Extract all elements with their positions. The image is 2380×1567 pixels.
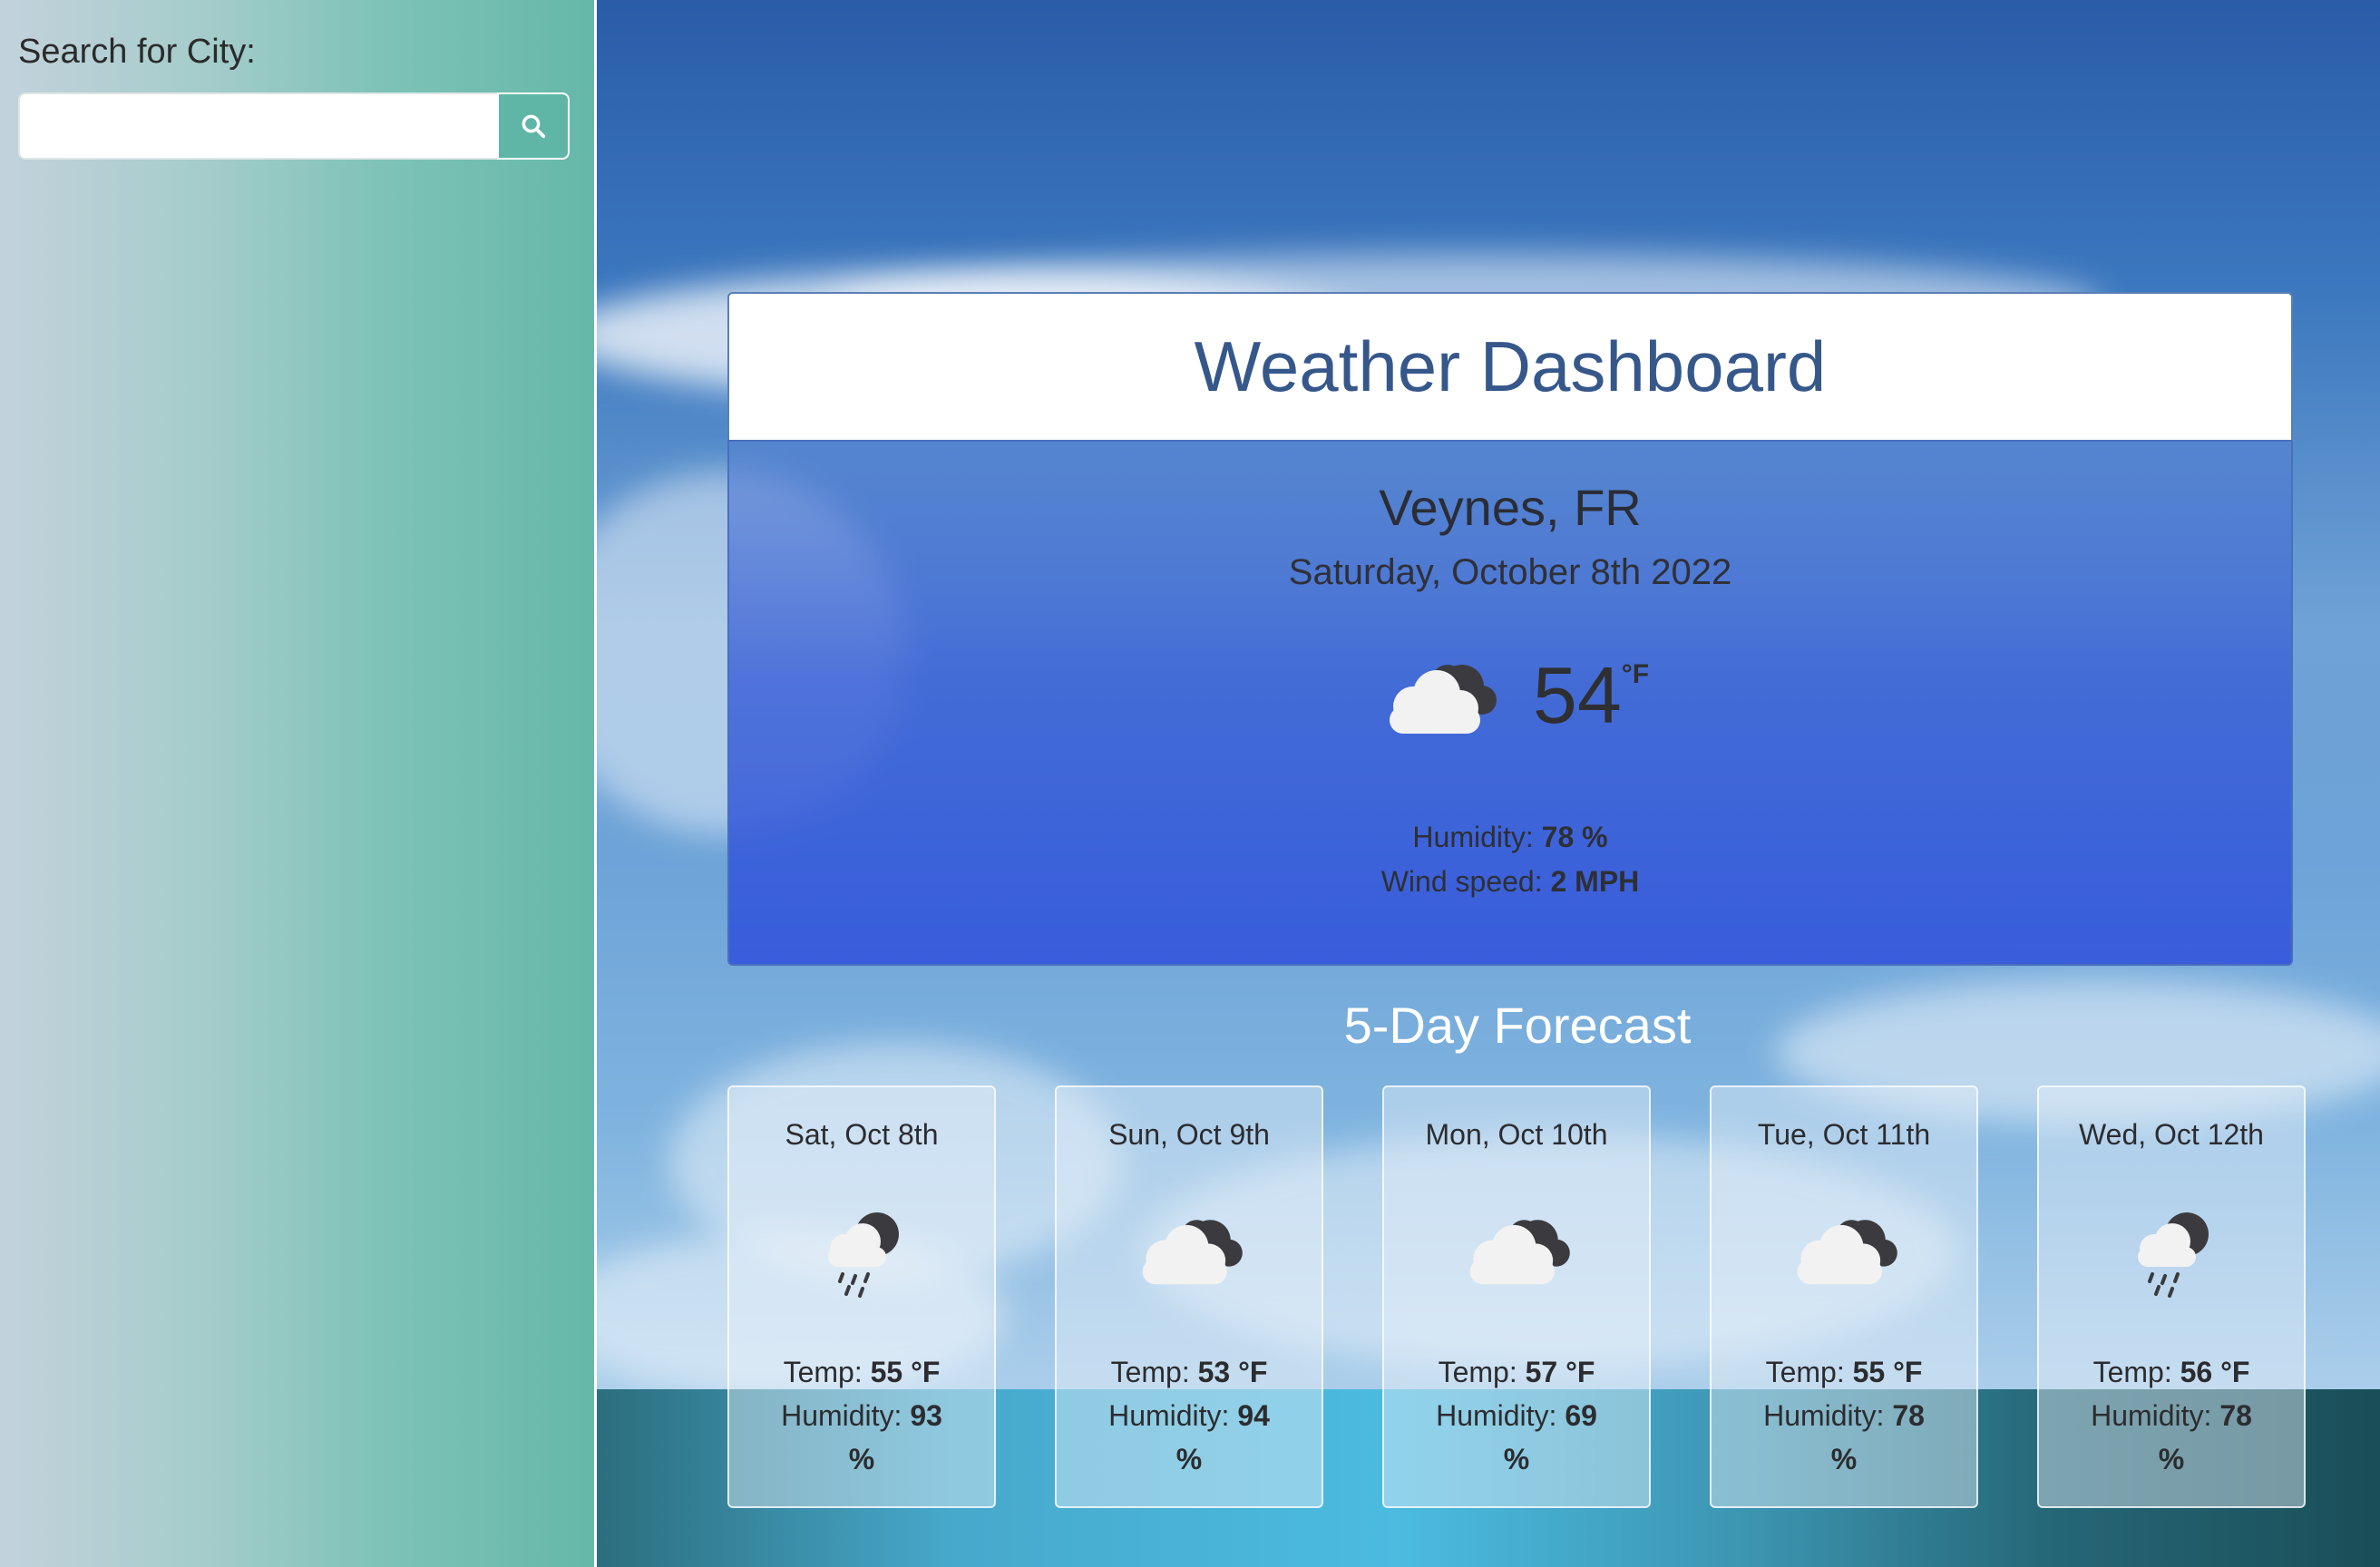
page-title: Weather Dashboard: [1194, 326, 1827, 406]
forecast-card: Sat, Oct 8th Temp: 55 °F Humidity: 93 %: [727, 1085, 996, 1508]
temp-value: 55 °F: [870, 1356, 941, 1388]
humidity-unit: %: [1175, 1443, 1203, 1475]
cloudy-icon: [1389, 665, 1497, 734]
temp-value: 56 °F: [2180, 1356, 2250, 1388]
forecast-card: Wed, Oct 12th Temp: 56 °F Humidity: 78 %: [2037, 1085, 2306, 1508]
cloudy-icon: [1469, 1220, 1570, 1285]
temp-value: 53 °F: [1197, 1356, 1268, 1388]
temp-label: Temp:: [1438, 1356, 1526, 1388]
search-button[interactable]: [497, 92, 570, 160]
header-card: Weather Dashboard: [727, 292, 2293, 440]
humidity-line: Humidity: 78 %: [729, 815, 2291, 860]
forecast-card: Tue, Oct 11th Temp: 55 °F Humidity: 78 %: [1710, 1085, 1978, 1508]
temp-value: 55 °F: [1852, 1356, 1923, 1388]
forecast-date: Sat, Oct 8th: [785, 1118, 939, 1151]
current-stats: Humidity: 78 % Wind speed: 2 MPH: [729, 815, 2291, 904]
current-temperature: 54°F: [1533, 656, 1649, 735]
wind-value: 2 MPH: [1550, 865, 1640, 898]
wind-label: Wind speed:: [1380, 865, 1551, 898]
rain-cloud-icon: [828, 1212, 899, 1298]
temp-label: Temp:: [1765, 1356, 1853, 1388]
forecast-stats: Temp: 55 °F Humidity: 78 %: [1721, 1350, 1967, 1481]
temperature-value: 54: [1532, 650, 1622, 740]
humidity-unit: %: [1830, 1443, 1858, 1475]
humidity-value: 78: [2219, 1399, 2252, 1432]
humidity-value: 78: [1892, 1399, 1925, 1432]
current-weather-card: Veynes, FR Saturday, October 8th 2022 54…: [727, 440, 2293, 966]
temp-label: Temp:: [2092, 1356, 2180, 1388]
forecast-stats: Temp: 56 °F Humidity: 78 %: [2048, 1350, 2295, 1481]
forecast-title: 5-Day Forecast: [1343, 997, 1692, 1054]
humidity-value: 69: [1565, 1399, 1597, 1432]
wind-line: Wind speed: 2 MPH: [729, 860, 2291, 904]
search-label: Search for City:: [18, 33, 256, 71]
cloudy-icon: [1142, 1220, 1243, 1285]
forecast-date: Mon, Oct 10th: [1425, 1118, 1608, 1151]
forecast-card: Sun, Oct 9th Temp: 53 °F Humidity: 94 %: [1055, 1085, 1323, 1508]
forecast-date: Tue, Oct 11th: [1757, 1118, 1931, 1151]
humidity-label: Humidity:: [1412, 821, 1542, 853]
temperature-unit: °F: [1621, 659, 1650, 689]
humidity-label: Humidity:: [1108, 1399, 1238, 1432]
forecast-date: Wed, Oct 12th: [2079, 1118, 2264, 1151]
cloudy-icon: [1797, 1220, 1897, 1285]
forecast-stats: Temp: 57 °F Humidity: 69 %: [1393, 1350, 1640, 1481]
temp-value: 57 °F: [1525, 1356, 1595, 1388]
search-icon: [522, 114, 546, 139]
temp-label: Temp:: [783, 1356, 871, 1388]
humidity-value: 94: [1237, 1399, 1270, 1432]
humidity-label: Humidity:: [781, 1399, 911, 1432]
current-conditions: 54°F: [729, 650, 2291, 741]
sidebar: Search for City:: [0, 0, 597, 1567]
forecast-stats: Temp: 55 °F Humidity: 93 %: [738, 1350, 985, 1481]
humidity-label: Humidity:: [1436, 1399, 1566, 1432]
humidity-label: Humidity:: [2091, 1399, 2220, 1432]
humidity-unit: %: [1503, 1443, 1530, 1475]
forecast-card: Mon, Oct 10th Temp: 57 °F Humidity: 69 %: [1382, 1085, 1651, 1508]
humidity-label: Humidity:: [1763, 1399, 1893, 1432]
humidity-value: 78 %: [1541, 821, 1608, 853]
current-date: Saturday, October 8th 2022: [1288, 552, 1732, 592]
temp-label: Temp:: [1110, 1356, 1198, 1388]
city-search-input[interactable]: [18, 92, 499, 160]
humidity-unit: %: [848, 1443, 875, 1475]
city-name: Veynes, FR: [1379, 479, 1642, 536]
rain-cloud-icon: [2138, 1212, 2209, 1298]
humidity-value: 93: [910, 1399, 942, 1432]
forecast-date: Sun, Oct 9th: [1108, 1118, 1270, 1151]
forecast-stats: Temp: 53 °F Humidity: 94 %: [1066, 1350, 1312, 1481]
humidity-unit: %: [2158, 1443, 2185, 1475]
